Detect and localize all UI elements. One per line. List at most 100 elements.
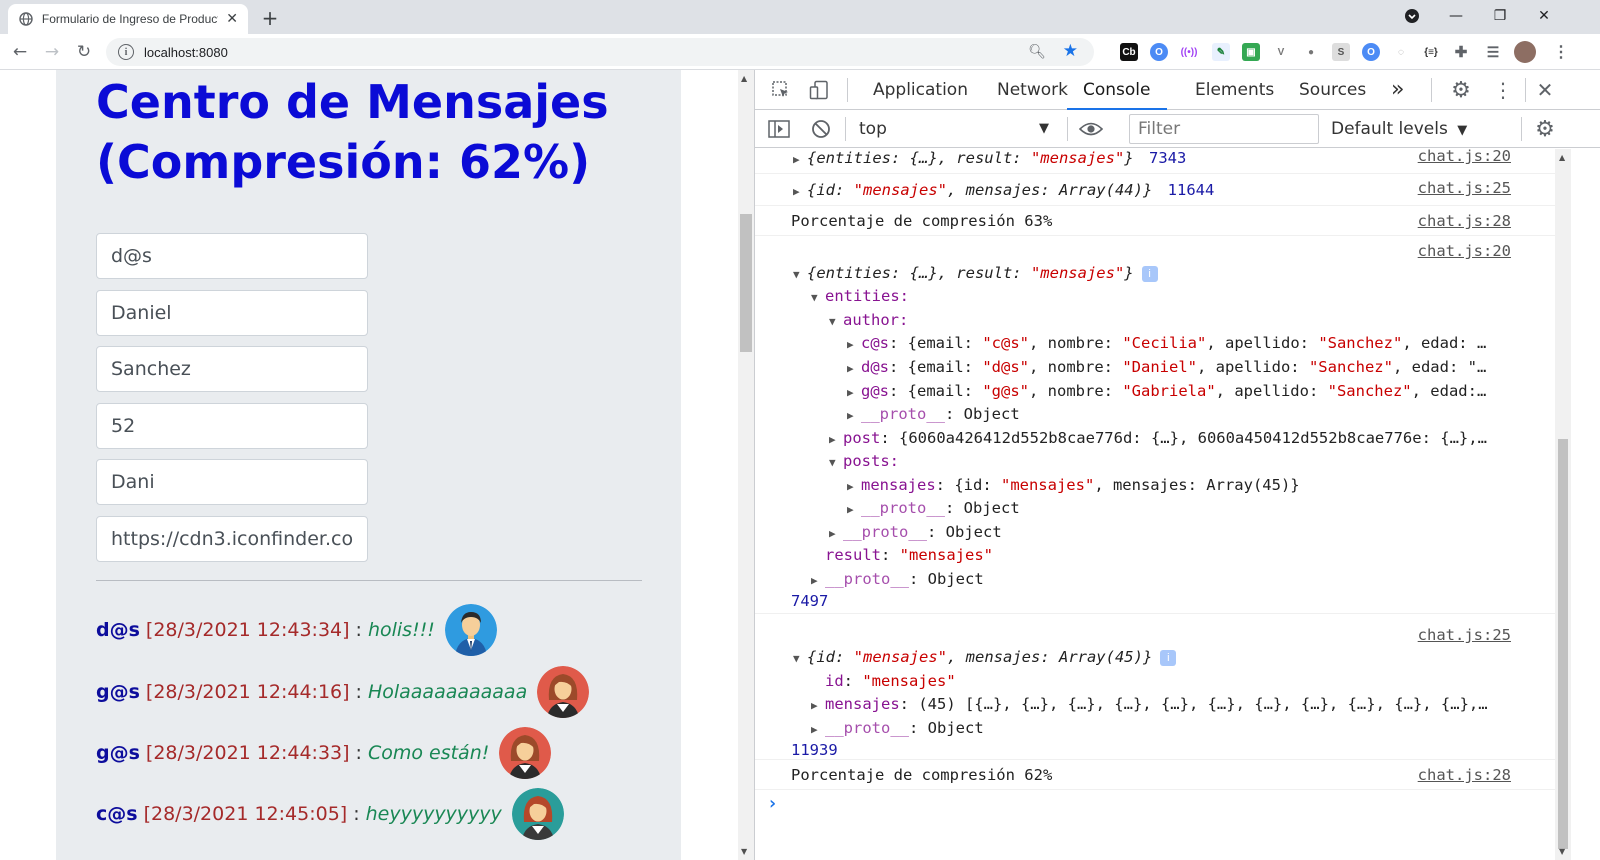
expand-triangle-icon[interactable]: ▶ (847, 334, 861, 356)
bookmark-star-icon[interactable]: ★ (1063, 41, 1078, 61)
tab-sources[interactable]: Sources (1299, 70, 1366, 110)
live-expression-eye-icon[interactable] (1079, 117, 1103, 141)
new-tab-button[interactable]: + (258, 6, 282, 30)
inspect-element-icon[interactable] (769, 78, 793, 102)
page-scroll-thumb[interactable] (740, 214, 752, 352)
source-link[interactable]: chat.js:20 (1418, 149, 1511, 167)
expand-triangle-icon[interactable]: ▶ (811, 719, 825, 741)
source-link[interactable]: chat.js:20 (1418, 240, 1511, 262)
log-object-expanded[interactable]: ▼ {entities: {…}, result: "mensajes"} i (793, 262, 1158, 284)
tree-node-posts[interactable]: ▼ posts: (829, 450, 899, 472)
extension-pen-icon[interactable]: ✎ (1212, 43, 1230, 61)
collapse-triangle-icon[interactable]: ▼ (793, 648, 807, 670)
settings-gear-icon[interactable]: ⚙ (1449, 78, 1473, 103)
expand-triangle-icon[interactable]: ▶ (847, 476, 861, 498)
tree-node-post[interactable]: ▶ post: {6060a426412d552b8cae776d: {…}, 6… (829, 427, 1487, 449)
browser-tab[interactable]: Formulario de Ingreso de Productos ✕ (8, 4, 248, 34)
expand-triangle-icon[interactable]: ▶ (793, 181, 807, 203)
expand-triangle-icon[interactable]: ▶ (811, 570, 825, 592)
tree-node-author-g[interactable]: ▶ g@s: {email: "g@s", nombre: "Gabriela",… (847, 380, 1486, 402)
tree-node-proto[interactable]: ▶ __proto__: Object (847, 497, 1020, 519)
extension-s-icon[interactable]: S (1332, 43, 1350, 61)
forward-icon[interactable]: → (40, 40, 64, 64)
expand-triangle-icon[interactable]: ▶ (793, 149, 807, 171)
console-prompt[interactable]: › (755, 790, 1555, 860)
avatar-url-field[interactable] (96, 516, 368, 562)
scroll-down-icon[interactable]: ▼ (1559, 847, 1565, 856)
extension-cb-icon[interactable]: Cb (1120, 43, 1138, 61)
tab-console[interactable]: Console (1067, 70, 1167, 110)
page-scrollbar[interactable]: ▲ ▼ (738, 70, 754, 860)
more-tabs-icon[interactable]: » (1391, 70, 1404, 110)
expand-triangle-icon[interactable]: ▶ (847, 405, 861, 427)
expand-triangle-icon[interactable]: ▶ (847, 382, 861, 404)
source-link[interactable]: chat.js:25 (1418, 624, 1511, 646)
tree-node-author-c[interactable]: ▶ c@s: {email: "c@s", nombre: "Cecilia", … (847, 332, 1486, 354)
expand-triangle-icon[interactable]: ▶ (847, 358, 861, 380)
info-badge-icon[interactable]: i (1160, 650, 1177, 666)
restore-icon[interactable]: ❐ (1486, 4, 1514, 28)
chrome-menu-icon[interactable]: ⋮ (1552, 43, 1570, 61)
extension-o2-icon[interactable]: O (1362, 43, 1380, 61)
source-link[interactable]: chat.js:28 (1418, 210, 1511, 232)
context-selector[interactable]: top ▼ (851, 115, 1057, 143)
tab-elements[interactable]: Elements (1195, 70, 1274, 110)
tree-node-proto[interactable]: ▶ __proto__: Object (811, 717, 984, 739)
reload-icon[interactable]: ↻ (72, 40, 96, 64)
extension-leaf-icon[interactable]: ● (1302, 43, 1320, 61)
tree-node-proto[interactable]: ▶ __proto__: Object (829, 521, 1002, 543)
extension-o-icon[interactable]: O (1150, 43, 1168, 61)
device-toolbar-icon[interactable] (807, 78, 831, 102)
extension-broadcast-icon[interactable]: ((•)) (1180, 43, 1198, 61)
scroll-up-icon[interactable]: ▲ (1559, 153, 1565, 162)
source-link[interactable]: chat.js:28 (1418, 764, 1511, 786)
clear-console-icon[interactable] (809, 117, 833, 141)
tree-node-author[interactable]: ▼ author: (829, 309, 908, 331)
extension-v-icon[interactable]: V (1272, 43, 1290, 61)
tree-node-entities[interactable]: ▼ entities: (811, 285, 909, 307)
collapse-triangle-icon[interactable]: ▼ (829, 452, 843, 474)
minimize-icon[interactable]: — (1442, 4, 1470, 28)
edad-field[interactable] (96, 403, 368, 449)
info-badge-icon[interactable]: i (1141, 266, 1158, 282)
zoom-icon[interactable]: 🔍︎ (1028, 44, 1046, 60)
log-levels-dropdown[interactable]: Default levels ▼ (1331, 115, 1467, 143)
tree-node-proto[interactable]: ▶ __proto__: Object (811, 568, 984, 590)
extension-green-icon[interactable]: ▣ (1242, 43, 1260, 61)
expand-triangle-icon[interactable]: ▶ (829, 429, 843, 451)
collapse-triangle-icon[interactable]: ▼ (793, 264, 807, 286)
alias-field[interactable] (96, 459, 368, 505)
profile-avatar[interactable] (1514, 41, 1536, 63)
console-settings-gear-icon[interactable]: ⚙ (1533, 117, 1557, 142)
site-info-icon[interactable]: i (118, 44, 134, 60)
expand-triangle-icon[interactable]: ▶ (847, 499, 861, 521)
close-devtools-icon[interactable]: ✕ (1533, 78, 1557, 102)
tab-network[interactable]: Network (997, 70, 1068, 110)
collapse-triangle-icon[interactable]: ▼ (829, 311, 843, 333)
nombre-field[interactable] (96, 290, 368, 336)
scroll-up-icon[interactable]: ▲ (741, 74, 747, 83)
apellido-field[interactable] (96, 346, 368, 392)
profile-menu-icon[interactable] (1398, 4, 1426, 28)
expand-triangle-icon[interactable]: ▶ (829, 523, 843, 545)
tab-application[interactable]: Application (873, 70, 968, 110)
console-filter-input[interactable] (1129, 114, 1319, 144)
collapse-triangle-icon[interactable]: ▼ (811, 287, 825, 309)
log-object-expanded[interactable]: ▼ {id: "mensajes", mensajes: Array(45)} i (793, 646, 1177, 670)
devtools-menu-icon[interactable]: ⋮ (1491, 78, 1515, 102)
tree-node-author-d[interactable]: ▶ d@s: {email: "d@s", nombre: "Daniel", a… (847, 356, 1486, 378)
console-scrollbar[interactable]: ▲ ▼ (1555, 149, 1571, 860)
close-window-icon[interactable]: ✕ (1530, 4, 1558, 28)
email-field[interactable] (96, 233, 368, 279)
extension-spinner-icon[interactable]: ◌ (1392, 43, 1410, 61)
tree-node-mensajes[interactable]: ▶ mensajes: (45) [{…}, {…}, {…}, {…}, {…}… (811, 693, 1488, 715)
address-bar[interactable]: i localhost:8080 🔍︎ ★ (106, 38, 1094, 66)
log-object[interactable]: ▶ {id: "mensajes", mensajes: Array(44)} 1… (793, 179, 1214, 201)
scroll-down-icon[interactable]: ▼ (741, 847, 747, 856)
reading-list-icon[interactable]: ☰ (1484, 43, 1502, 61)
back-icon[interactable]: ← (8, 40, 32, 64)
tab-close-icon[interactable]: ✕ (226, 11, 238, 27)
sidebar-toggle-icon[interactable] (767, 117, 791, 141)
log-object[interactable]: ▶ {entities: {…}, result: "mensajes"} 734… (793, 149, 1186, 169)
source-link[interactable]: chat.js:25 (1418, 177, 1511, 199)
